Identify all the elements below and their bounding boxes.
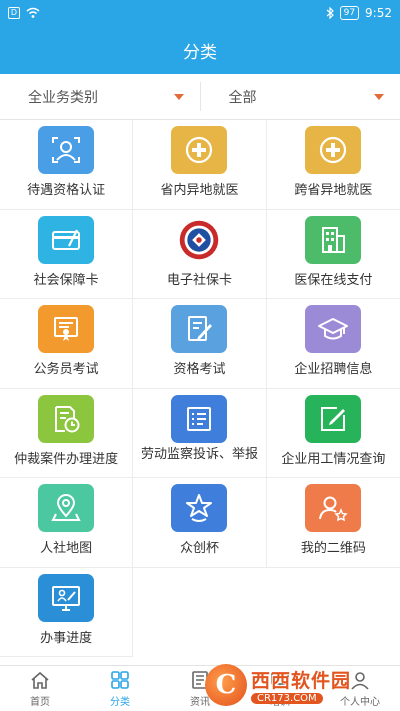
grid-item-label: 医保在线支付 [294, 272, 373, 288]
watermark-url: CR173.COM [251, 693, 323, 704]
tab-category[interactable]: 分类 [80, 666, 160, 711]
watermark-title: 西西软件园 [251, 670, 352, 692]
watermark: C 西西软件园 CR173.COM [205, 662, 395, 708]
grid-item-intra-province-medical[interactable]: 省内异地就医 [133, 120, 267, 210]
grid-item-label: 劳动监察投诉、举报 [140, 446, 258, 462]
grid-item-label: 电子社保卡 [166, 272, 232, 288]
report-list-icon [171, 394, 228, 443]
grid-item-label: 公务员考试 [33, 362, 99, 377]
grid-item-label: 资格考试 [173, 362, 226, 377]
business-category-dropdown[interactable]: 全业务类别 [0, 74, 200, 119]
grid-item-hr-map[interactable]: 人社地图 [0, 478, 134, 568]
grid-item-social-security-card[interactable]: 社会保障卡 [0, 209, 134, 299]
business-category-label: 全业务类别 [28, 89, 98, 106]
grid-item-enterprise-recruitment[interactable]: 企业招聘信息 [266, 299, 400, 389]
graduation-cap-icon [305, 305, 362, 353]
status-bar: D 97 9:52 [0, 0, 400, 26]
card-icon [38, 215, 95, 264]
chevron-down-icon [173, 93, 184, 100]
social-security-seal-icon [171, 215, 228, 264]
grid-item-entrepreneurship-cup[interactable]: 众创杯 [133, 478, 267, 568]
tab-label: 分类 [110, 697, 130, 708]
face-scan-icon [38, 126, 95, 174]
grid-item-label: 企业招聘信息 [294, 362, 373, 377]
grid-item-labor-inspection-complaint[interactable]: 劳动监察投诉、举报 [133, 388, 267, 478]
watermark-text: 西西软件园 CR173.COM [251, 666, 351, 704]
home-icon [31, 671, 49, 689]
grid-item-label: 企业用工情况查询 [281, 451, 386, 467]
grid-item-label: 仲裁案件办理进度 [14, 451, 119, 467]
grid-item-e-social-security-card[interactable]: 电子社保卡 [133, 209, 267, 299]
grid-item-my-qr-code[interactable]: 我的二维码 [266, 478, 400, 568]
wifi-icon [26, 7, 40, 18]
exam-pen-icon [171, 305, 228, 353]
scope-label: 全部 [228, 89, 257, 106]
service-grid: 待遇资格认证 省内异地就医 跨省异地就医 社会保障卡 电子社保卡 医保在线支付 [0, 120, 400, 657]
document-clock-icon [38, 394, 95, 443]
page-title: 分类 [183, 42, 217, 63]
grid-item-label: 省内异地就医 [160, 183, 239, 198]
grid-item-label: 人社地图 [40, 541, 93, 556]
grid-item-label: 众创杯 [179, 541, 219, 556]
medical-cross-icon [171, 126, 228, 174]
star-cup-icon [171, 484, 228, 532]
title-bar: 分类 [0, 26, 400, 74]
grid-icon [111, 671, 129, 689]
certificate-icon [38, 305, 95, 353]
grid-item-label: 待遇资格认证 [27, 183, 106, 198]
grid-item-medical-insurance-payment[interactable]: 医保在线支付 [266, 210, 400, 299]
watermark-logo: C [205, 664, 247, 706]
scope-dropdown[interactable]: 全部 [201, 74, 400, 119]
grid-item-label: 跨省异地就医 [294, 183, 373, 198]
bluetooth-icon [326, 7, 334, 19]
map-pin-icon [38, 484, 95, 532]
grid-item-benefit-qualification[interactable]: 待遇资格认证 [0, 120, 134, 210]
grid-item-label: 社会保障卡 [33, 272, 99, 288]
grid-item-civil-service-exam[interactable]: 公务员考试 [0, 299, 134, 389]
battery-indicator: 97 [339, 6, 360, 20]
grid-item-label: 办事进度 [40, 630, 93, 646]
grid-item-qualification-exam[interactable]: 资格考试 [133, 299, 267, 389]
chevron-down-icon [374, 93, 384, 100]
grid-item-label: 我的二维码 [300, 541, 366, 556]
filter-bar: 全业务类别 全部 [0, 74, 400, 120]
status-time: 9:52 [365, 6, 392, 20]
monitor-progress-icon [38, 573, 95, 622]
grid-item-service-progress[interactable]: 办事进度 [0, 567, 134, 657]
medical-cross-icon [305, 126, 362, 174]
tab-home[interactable]: 首页 [0, 666, 80, 711]
sim-icon: D [8, 7, 20, 19]
edit-box-icon [305, 394, 362, 443]
grid-item-cross-province-medical[interactable]: 跨省异地就医 [266, 120, 400, 210]
tab-label: 首页 [30, 697, 50, 708]
user-star-icon [305, 484, 362, 532]
grid-item-arbitration-progress[interactable]: 仲裁案件办理进度 [0, 388, 134, 478]
grid-item-enterprise-employment-query[interactable]: 企业用工情况查询 [266, 389, 400, 478]
building-icon [305, 215, 362, 264]
